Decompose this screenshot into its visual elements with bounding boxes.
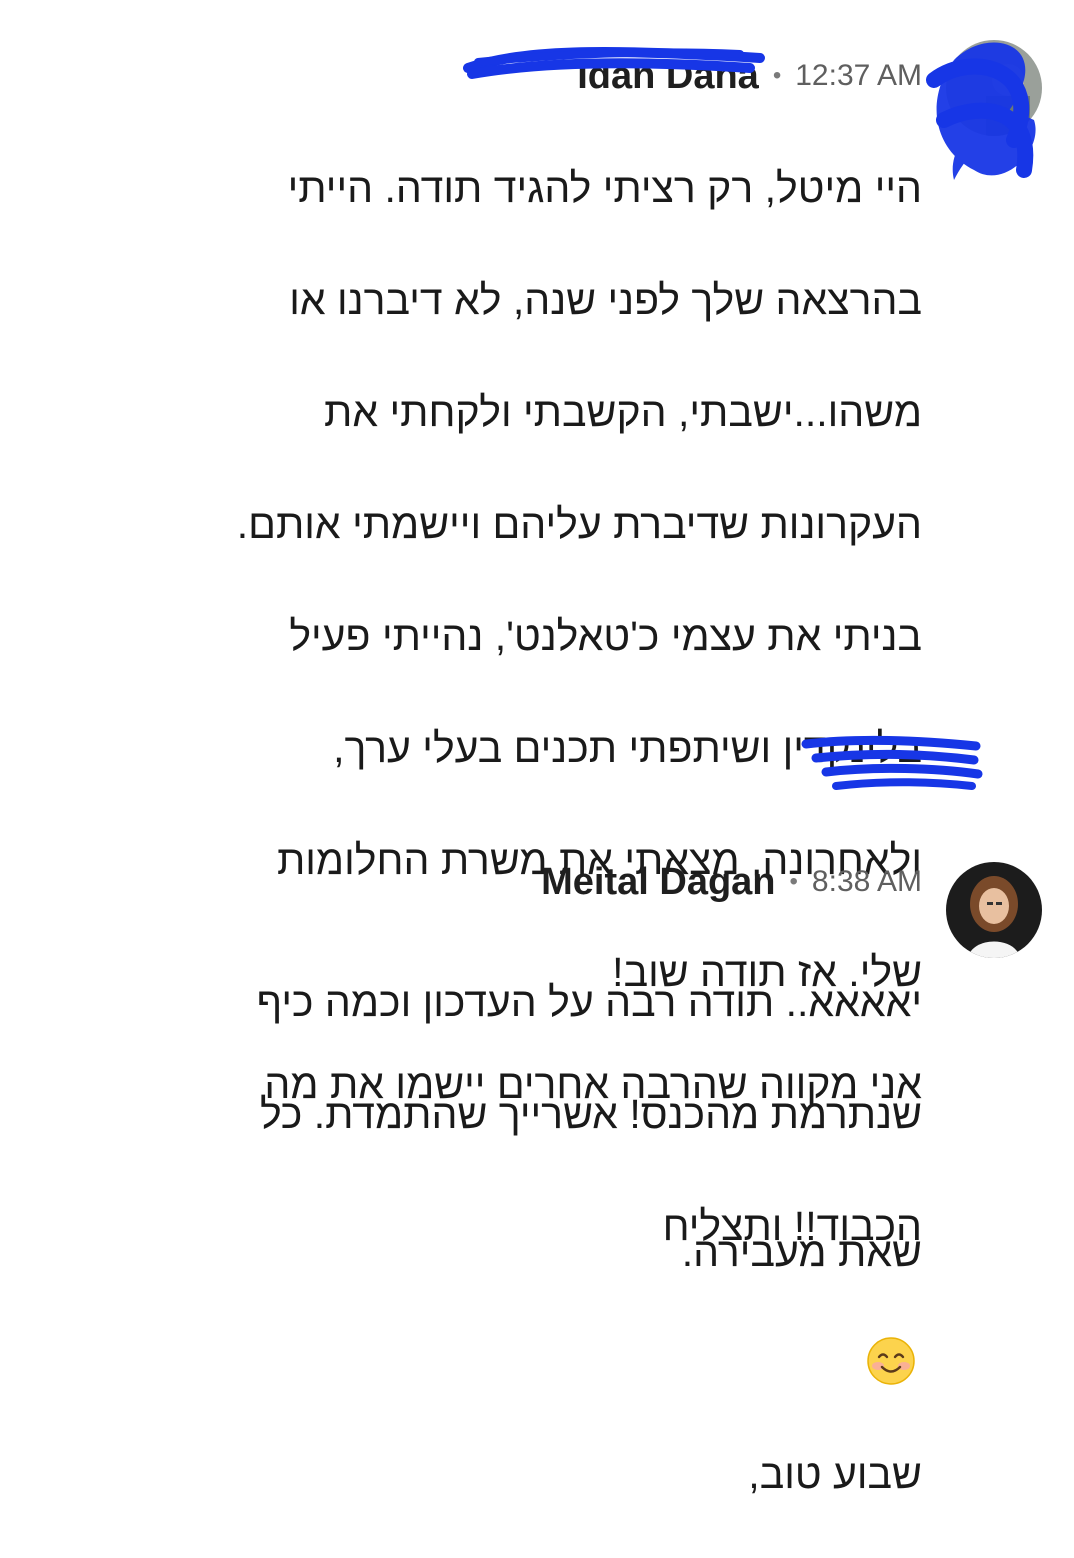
timestamp: 8:38 AM	[811, 865, 922, 898]
timestamp: 12:37 AM	[795, 59, 922, 92]
message-line: בניתי את עצמי כ'טאלנט', נהייתי פעיל	[289, 613, 922, 659]
separator-dot: •	[789, 868, 798, 895]
message-line: העקרונות שדיברת עליהם ויישמתי אותם.	[236, 501, 922, 547]
message-line: היי מיטל, רק רציתי להגיד תודה. הייתי	[287, 165, 922, 211]
avatar[interactable]	[946, 40, 1042, 136]
avatar[interactable]	[946, 862, 1042, 958]
sender-name[interactable]: Idan Dana	[577, 55, 759, 98]
message-body: היי מיטל, רק רציתי להגיד תודה. הייתי בהר…	[152, 104, 922, 1558]
message-header: 12:37 AM • Idan Dana	[577, 55, 922, 98]
message-line: יאאאא.. תודה רבה על העדכון וכמה כיף	[256, 979, 922, 1025]
message-line: שנתרמת מהכנס! אשרייך שהתמדת. כל	[259, 1091, 922, 1137]
message-header: 8:38 AM • Meital Dagan	[541, 858, 922, 906]
message-line: בלינקדין ושיתפתי תכנים בעלי ערך,	[333, 725, 922, 771]
message-line: משהו...ישבתי, הקשבתי ולקחתי את	[324, 389, 922, 435]
message-line: שבוע טוב,	[748, 1451, 922, 1497]
message-body: יאאאא.. תודה רבה על העדכון וכמה כיף שנתר…	[142, 918, 922, 1310]
message-line: בהרצאה שלך לפני שנה, לא דיברנו או	[289, 277, 922, 323]
message-line: הכבוד!! ותצליח	[662, 1203, 922, 1249]
sender-name[interactable]: Meital Dagan	[541, 861, 775, 904]
separator-dot: •	[772, 62, 782, 89]
